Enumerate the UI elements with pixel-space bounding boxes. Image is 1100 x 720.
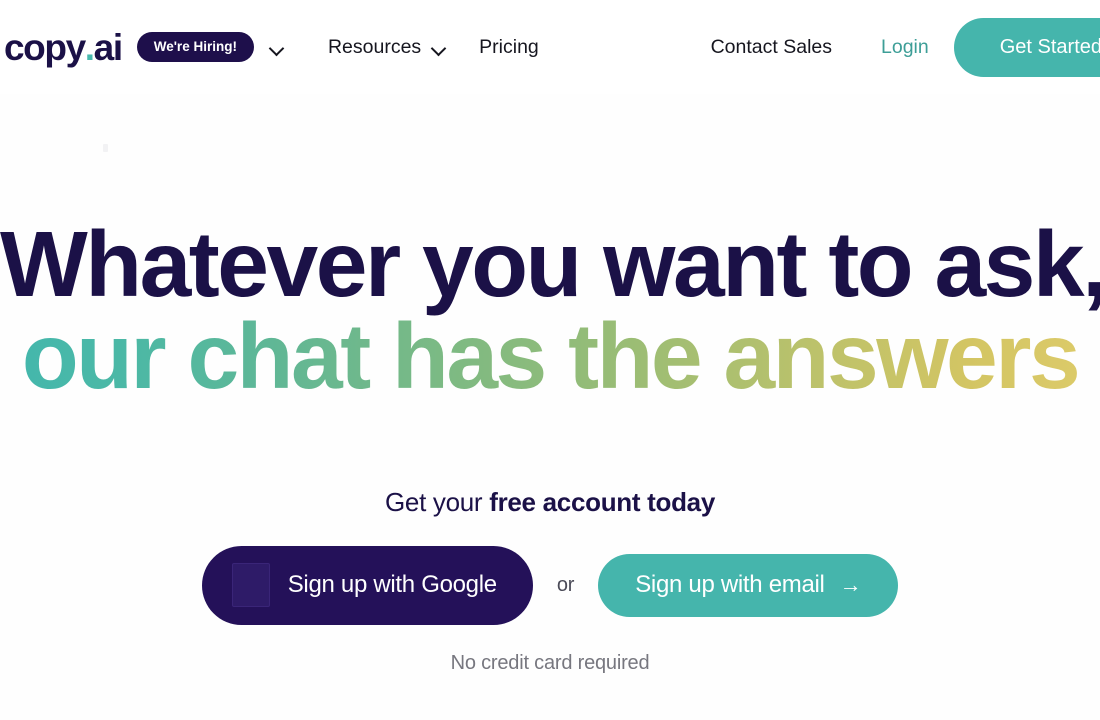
fine-print-text: No credit card required: [450, 652, 650, 675]
chevron-down-icon: [270, 43, 283, 51]
site-logo[interactable]: copy. ai: [4, 26, 123, 68]
page-title: Whatever you want to ask, our chat has t…: [0, 94, 1100, 402]
decorative-speck: [103, 144, 108, 152]
nav-right-group: Contact Sales Login Get Started: [711, 0, 1100, 94]
sign-up-with-email-button[interactable]: Sign up with email →: [598, 554, 899, 618]
sign-up-with-google-label: Sign up with Google: [287, 571, 497, 599]
logo-text-suffix: ai: [93, 26, 123, 68]
hero-section: Whatever you want to ask, our chat has t…: [0, 94, 1100, 720]
subheading-prefix: Get your: [384, 487, 490, 518]
headline-line-2: our chat has the answers: [0, 310, 1100, 403]
nav-more-dropdown-toggle[interactable]: [270, 43, 283, 51]
nav-item-contact-sales[interactable]: Contact Sales: [711, 36, 832, 59]
headline-line-1: Whatever you want to ask,: [0, 212, 1100, 316]
nav-item-pricing[interactable]: Pricing: [479, 36, 539, 59]
logo-dot-icon: .: [84, 26, 95, 68]
nav-item-resources[interactable]: Resources: [328, 36, 445, 59]
nav-left-group: copy. ai We're Hiring! Resources Pricing: [0, 29, 539, 66]
google-icon: [231, 563, 270, 608]
subheading-emphasis: free account today: [489, 487, 715, 518]
arrow-right-icon: →: [839, 572, 862, 598]
sign-up-with-google-button[interactable]: Sign up with Google: [201, 546, 533, 626]
cta-separator-or: or: [556, 574, 575, 597]
chevron-down-icon: [432, 43, 445, 51]
sign-up-with-email-label: Sign up with email: [635, 571, 825, 599]
logo-text-primary: copy: [4, 26, 86, 68]
top-navigation-bar: copy. ai We're Hiring! Resources Pricing …: [0, 0, 1100, 94]
nav-item-resources-label: Resources: [327, 35, 422, 58]
hiring-badge[interactable]: We're Hiring!: [136, 31, 254, 63]
cta-button-row: Sign up with Google or Sign up with emai…: [0, 546, 1100, 626]
hero-subheading: Get your free account today: [0, 402, 1100, 518]
nav-item-pricing-label: Pricing: [479, 35, 539, 58]
primary-nav-links: Resources Pricing: [328, 36, 539, 59]
login-link[interactable]: Login: [881, 36, 929, 59]
get-started-button[interactable]: Get Started: [953, 17, 1100, 77]
